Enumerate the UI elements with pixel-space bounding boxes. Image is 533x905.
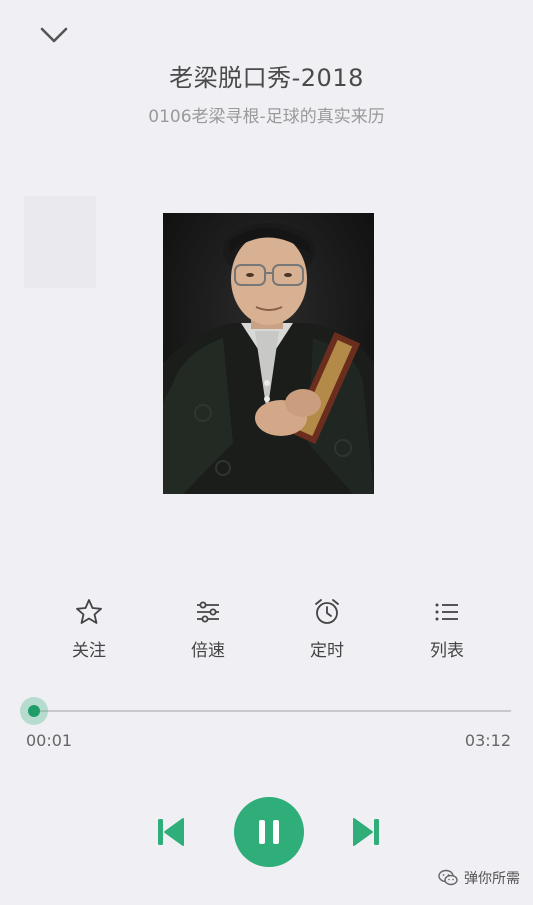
action-timer[interactable]: 定时 bbox=[287, 596, 367, 661]
alarm-clock-icon bbox=[315, 599, 339, 624]
action-speed[interactable]: 倍速 bbox=[168, 596, 248, 661]
pause-icon bbox=[259, 820, 279, 844]
play-pause-button[interactable] bbox=[234, 797, 304, 867]
action-follow[interactable]: 关注 bbox=[49, 596, 129, 661]
track-title: 0106老梁寻根-足球的真实来历 bbox=[148, 107, 385, 127]
skip-previous-icon bbox=[158, 818, 184, 846]
progress-thumb[interactable] bbox=[20, 697, 48, 725]
star-icon bbox=[76, 599, 102, 624]
next-button[interactable] bbox=[350, 814, 382, 850]
cover-portrait-image bbox=[163, 213, 374, 494]
action-timer-label: 定时 bbox=[310, 641, 344, 661]
album-cover bbox=[163, 213, 374, 494]
progress-thumb-dot bbox=[28, 705, 40, 717]
collapse-button[interactable] bbox=[36, 20, 72, 50]
skip-next-icon bbox=[353, 818, 379, 846]
watermark: 弹你所需 bbox=[438, 868, 520, 888]
total-time: 03:12 bbox=[464, 731, 511, 750]
chevron-down-icon bbox=[40, 27, 68, 43]
action-speed-label: 倍速 bbox=[191, 641, 225, 661]
current-time: 00:01 bbox=[26, 731, 73, 750]
wechat-icon bbox=[438, 869, 458, 886]
progress-bar[interactable] bbox=[34, 710, 511, 712]
album-title: 老梁脱口秀-2018 bbox=[169, 64, 364, 92]
action-playlist[interactable]: 列表 bbox=[407, 596, 487, 661]
sliders-icon bbox=[197, 601, 219, 623]
action-playlist-label: 列表 bbox=[430, 641, 464, 661]
watermark-text: 弹你所需 bbox=[464, 871, 520, 887]
action-follow-label: 关注 bbox=[72, 641, 106, 661]
action-bar: 关注 倍速 定时 列表 bbox=[0, 596, 533, 666]
previous-button[interactable] bbox=[155, 814, 187, 850]
list-icon bbox=[435, 603, 458, 621]
background-placeholder bbox=[24, 196, 96, 288]
